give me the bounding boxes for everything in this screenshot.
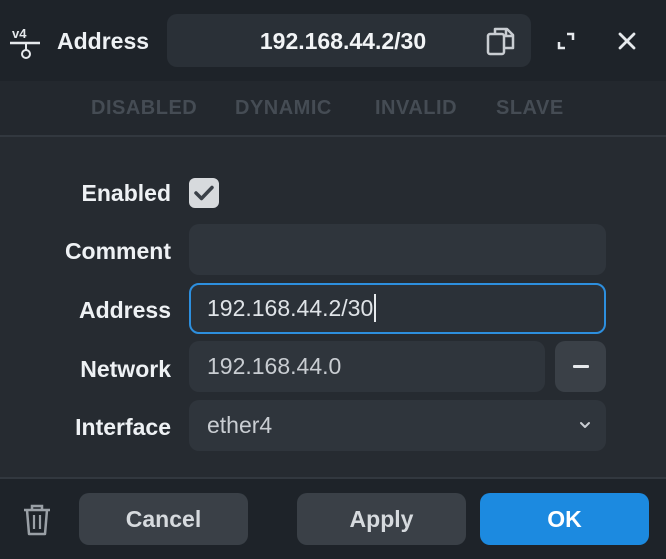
- ok-button[interactable]: OK: [480, 493, 649, 545]
- status-flag-slave: SLAVE: [496, 97, 564, 119]
- network-label: Network: [80, 356, 171, 382]
- remove-network-button[interactable]: [555, 341, 606, 392]
- enabled-label: Enabled: [81, 180, 171, 206]
- copy-icon[interactable]: [485, 25, 517, 57]
- address-input[interactable]: 192.168.44.2/30: [189, 283, 606, 334]
- window-title: Address: [57, 28, 150, 54]
- address-label: Address: [78, 297, 171, 323]
- comment-label: Comment: [64, 238, 171, 264]
- status-flag-invalid: INVALID: [375, 97, 458, 119]
- comment-input[interactable]: [189, 224, 606, 275]
- enabled-checkbox[interactable]: [189, 178, 219, 208]
- dialog-footer: Cancel Apply OK: [0, 477, 666, 559]
- status-flag-dynamic: DYNAMIC: [235, 97, 332, 119]
- network-input[interactable]: 192.168.44.0: [189, 341, 545, 392]
- address-input-value: 192.168.44.2/30: [207, 295, 374, 321]
- checkmark-icon: [194, 185, 214, 201]
- trash-icon[interactable]: [22, 503, 52, 537]
- interface-select-value: ether4: [207, 412, 273, 438]
- address-form: Enabled Comment Address 192.168.44.2/30 …: [0, 137, 666, 477]
- interface-select[interactable]: ether4: [189, 400, 606, 451]
- interface-label: Interface: [75, 414, 171, 440]
- address-summary-text: 192.168.44.2/30: [259, 28, 427, 54]
- status-flag-disabled: DISABLED: [91, 97, 198, 119]
- cancel-button[interactable]: Cancel: [79, 493, 248, 545]
- apply-button[interactable]: Apply: [297, 493, 466, 545]
- text-caret: [374, 293, 377, 322]
- close-icon[interactable]: [614, 28, 640, 54]
- status-flags: DISABLED DYNAMIC INVALID SLAVE: [0, 81, 666, 137]
- address-summary: 192.168.44.2/30: [167, 14, 531, 67]
- svg-text:v4: v4: [12, 26, 27, 41]
- chevron-down-icon: [580, 422, 590, 428]
- maximize-icon[interactable]: [554, 29, 578, 53]
- title-bar: v4 Address 192.168.44.2/30: [0, 0, 666, 81]
- ipv4-address-icon: v4: [10, 26, 40, 59]
